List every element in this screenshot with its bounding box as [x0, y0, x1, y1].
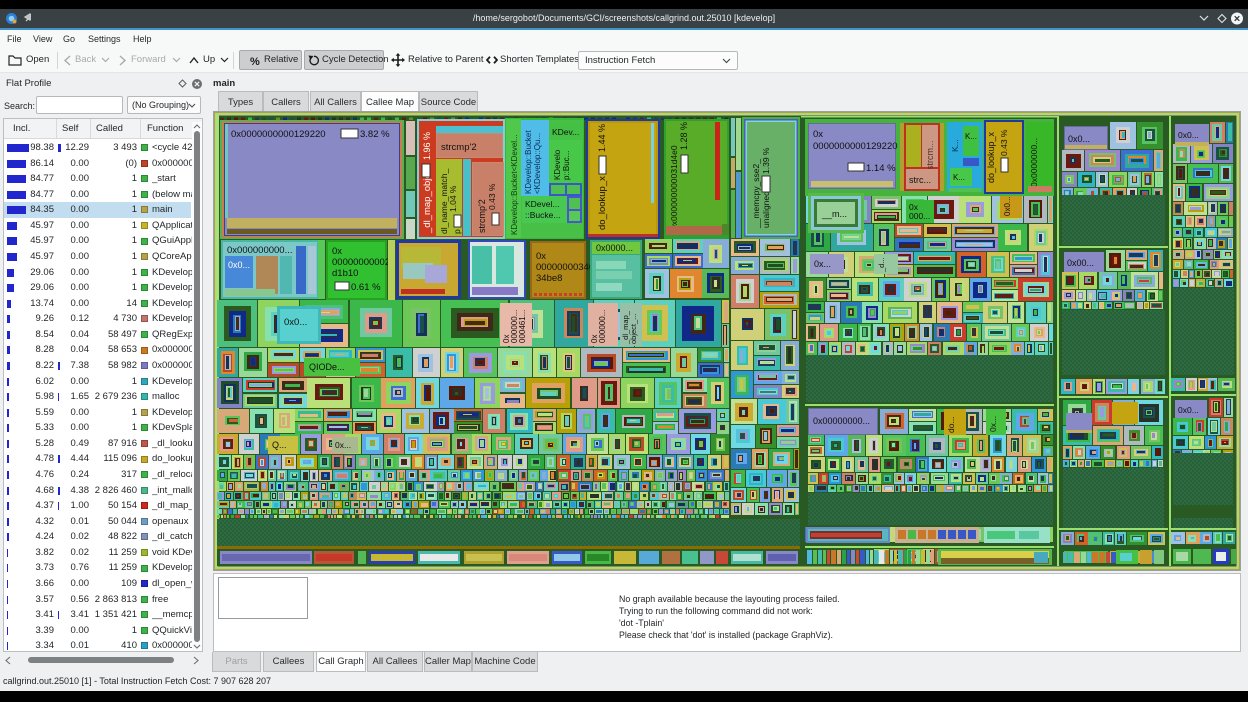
svg-text:0x: 0x [813, 129, 823, 140]
svg-text:%: % [250, 56, 260, 67]
svg-text:do_lookup_x: do_lookup_x [986, 131, 996, 183]
svg-text:strc...: strc... [909, 175, 931, 185]
svg-text:1.04 %: 1.04 % [448, 185, 458, 212]
svg-text:0x0000000000129220: 0x0000000000129220 [231, 129, 326, 140]
svg-text:_d...: _d... [877, 257, 886, 273]
svg-text:KDevelo: KDevelo [553, 149, 562, 180]
svg-text:0x0...: 0x0... [1003, 196, 1012, 216]
svg-text:3.82 %: 3.82 % [360, 129, 390, 140]
svg-text:p: p [452, 229, 462, 234]
svg-text:0.61 %: 0.61 % [351, 282, 381, 293]
svg-text:KDev...: KDev... [552, 127, 579, 137]
svg-text:0x0000000...: 0x0000000... [1029, 138, 1039, 187]
svg-text:strcmp'2: strcmp'2 [441, 142, 477, 153]
svg-text:00000000340: 00000000340 [536, 262, 594, 273]
svg-text:0x0...: 0x0... [1068, 134, 1090, 144]
svg-text:K...: K... [953, 173, 965, 182]
svg-text:0x0...: 0x0... [284, 317, 307, 328]
svg-text:strcmp'2: strcmp'2 [477, 199, 487, 233]
svg-text:__m...: __m... [821, 209, 847, 219]
svg-text:000000...: 000000... [598, 310, 607, 343]
svg-text:1.44 %: 1.44 % [597, 124, 607, 152]
svg-text:1.96 %: 1.96 % [422, 132, 432, 160]
svg-text:0.43 %: 0.43 % [999, 129, 1009, 156]
svg-text:000461...: 000461... [518, 310, 527, 343]
svg-text:0x00...: 0x00... [1067, 258, 1094, 268]
svg-text:<KDevelop::Qu...: <KDevelop::Qu... [533, 133, 542, 194]
svg-text:0x...: 0x... [814, 259, 831, 269]
svg-text:KDevelop::Bucket: KDevelop::Bucket [524, 130, 533, 194]
svg-text:1.14 %: 1.14 % [866, 163, 896, 174]
svg-text:1.28 %: 1.28 % [679, 122, 689, 150]
svg-text:0000000000129220: 0000000000129220 [813, 141, 898, 152]
svg-text:strcm...: strcm... [925, 141, 935, 171]
svg-text:p::Buc...: p::Buc... [562, 151, 571, 180]
svg-text:0x000000000031d4e0: 0x000000000031d4e0 [669, 145, 679, 230]
svg-text:do_lookup_x: do_lookup_x [597, 176, 608, 230]
svg-text:K...: K... [950, 139, 960, 152]
svg-text:1.39 %: 1.39 % [761, 147, 771, 174]
svg-text:K...: K... [965, 132, 977, 141]
svg-text:KDevel...: KDevel... [525, 199, 560, 209]
svg-text:KDevelop::Bucket<KDevel...: KDevelop::Bucket<KDevel... [510, 134, 519, 235]
svg-text:34be8: 34be8 [536, 273, 562, 284]
svg-text:0x: 0x [536, 251, 546, 262]
svg-text:QIODe...: QIODe... [309, 362, 345, 372]
svg-text:0x0000...: 0x0000... [596, 243, 633, 253]
svg-text:0x000000000...: 0x000000000... [227, 245, 293, 256]
svg-text:000...: 000... [909, 211, 930, 221]
svg-text:0x0...: 0x0... [228, 260, 250, 270]
svg-text:0x...: 0x... [335, 440, 351, 450]
svg-text:::Bucke...: ::Bucke... [525, 210, 560, 220]
svg-text:0x0...: 0x0... [1178, 130, 1199, 140]
svg-text:0x0...: 0x0... [1178, 405, 1199, 415]
svg-text:00000000002: 00000000002 [332, 257, 390, 268]
svg-text:0x00000000...: 0x00000000... [813, 416, 870, 426]
svg-text:0x...: 0x... [988, 416, 998, 432]
svg-text:0.43 %: 0.43 % [487, 183, 497, 210]
svg-text:__memcpy_sse2_: __memcpy_sse2_ [751, 159, 761, 229]
svg-text:object_...: object_... [629, 314, 638, 344]
svg-text:do...: do... [946, 416, 956, 433]
svg-text:unaligned: unaligned [761, 191, 771, 228]
svg-text:0x: 0x [332, 246, 342, 257]
svg-text:d1b10: d1b10 [332, 268, 358, 279]
svg-text:Q...: Q... [272, 440, 287, 450]
